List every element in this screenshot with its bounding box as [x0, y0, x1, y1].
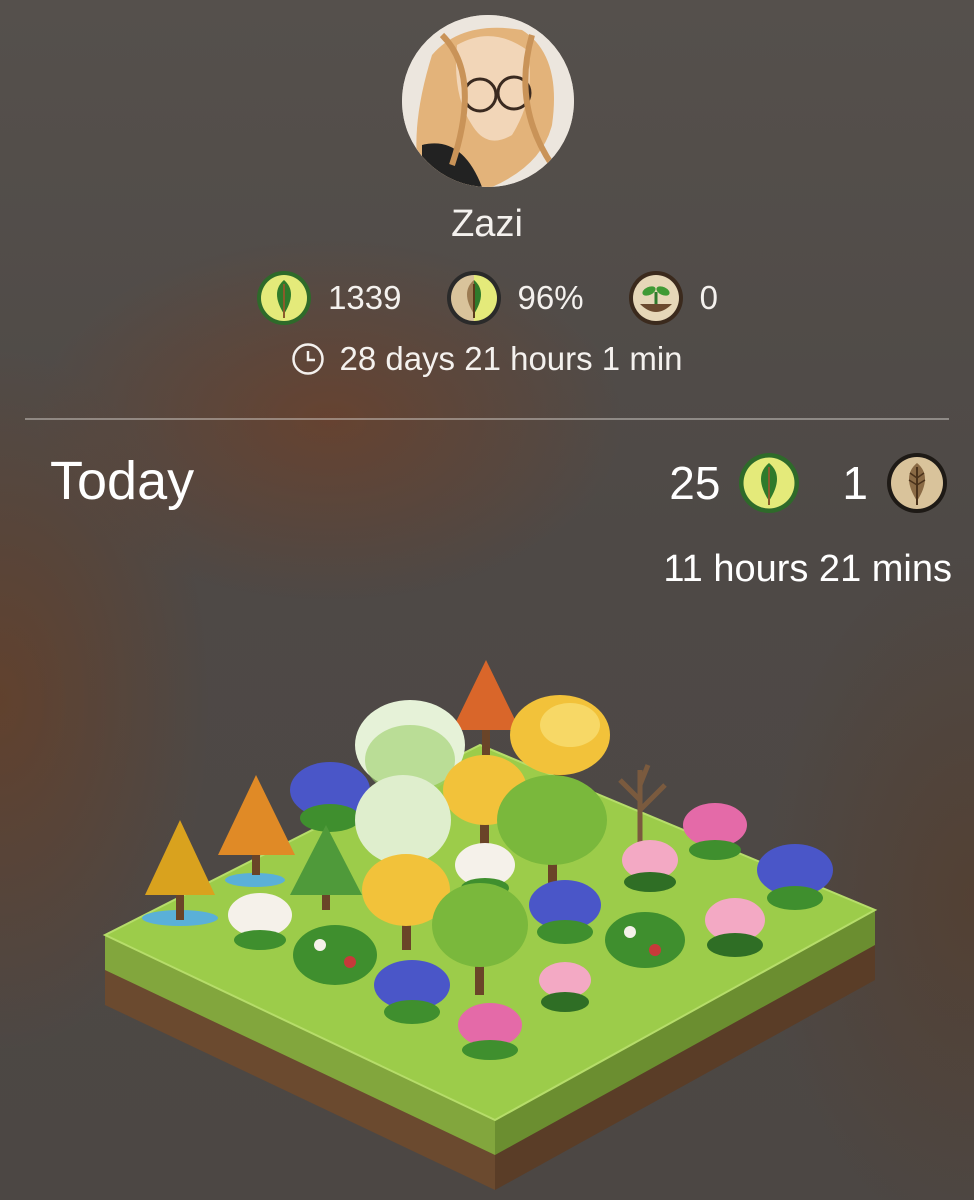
- profile-stats: 1339 96% 0: [0, 270, 974, 326]
- pond: [225, 873, 285, 887]
- trees-count: 1339: [328, 279, 402, 316]
- flower-pink-cyclamen: [539, 962, 591, 1012]
- sprout-icon: [628, 271, 683, 325]
- forest-island: [102, 660, 878, 1190]
- half-leaf-icon: [446, 271, 501, 325]
- avatar-image: [402, 15, 574, 187]
- stat-trees: 1339: [256, 270, 402, 326]
- stat-plants: 0: [628, 270, 718, 326]
- total-focus-time-value: 28 days 21 hours 1 min: [339, 340, 683, 377]
- success-rate-value: 96%: [517, 279, 584, 316]
- flower-pink-orchid: [458, 1003, 522, 1060]
- withered-leaf-icon: [887, 453, 947, 513]
- today-stats: 25 1: [669, 452, 948, 514]
- today-healthy-count: 25: [669, 457, 721, 509]
- username: Zazi: [451, 203, 523, 245]
- today-withered-count: 1: [842, 457, 868, 509]
- today-label: Today: [50, 451, 195, 511]
- flower-red-camellia: [293, 925, 377, 985]
- flower-pink-cyclamen: [622, 840, 678, 892]
- flower-blue-iris: [529, 880, 601, 944]
- flower-pink-orchid: [683, 803, 747, 860]
- tree-leaf-icon: [739, 453, 800, 513]
- plants-count: 0: [699, 279, 718, 316]
- stat-success-rate: 96%: [446, 270, 584, 326]
- total-focus-time: 28 days 21 hours 1 min: [0, 340, 974, 378]
- divider: [25, 418, 949, 420]
- today-focus-time: 11 hours 21 mins: [663, 548, 952, 590]
- flower-white-cosmos: [228, 893, 292, 950]
- avatar[interactable]: [402, 15, 574, 187]
- flower-blue-iris: [374, 960, 450, 1024]
- flower-blue-iris: [757, 844, 833, 910]
- flower-red-camellia: [605, 912, 685, 968]
- clock-icon: [292, 343, 325, 375]
- flower-pink-cyclamen: [705, 898, 765, 957]
- tree-leaf-icon: [257, 271, 312, 325]
